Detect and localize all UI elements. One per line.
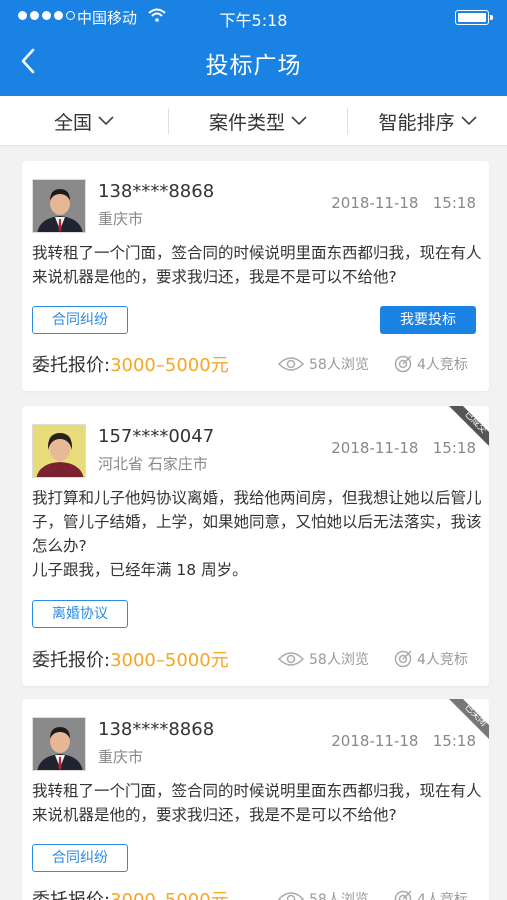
view-count-label: 58人浏览 bbox=[309, 357, 369, 373]
filter-case-type-label: 案件类型 bbox=[208, 111, 285, 134]
price-amount: 3000–5000元 bbox=[110, 355, 229, 376]
eye-icon bbox=[278, 357, 304, 371]
page-title: 投标广场 bbox=[205, 53, 302, 79]
post-date: 2018-11-18 15:18 bbox=[331, 732, 476, 750]
case-type-tag: 合同纠纷 bbox=[32, 306, 128, 334]
price: 委托报价:3000–5000元 bbox=[32, 646, 229, 672]
case-description-line: 儿子跟我，已经年满 18 周岁。 bbox=[32, 561, 248, 579]
chevron-down-icon bbox=[460, 116, 477, 126]
target-icon bbox=[394, 650, 412, 668]
filter-bar: 全国 案件类型 智能排序 bbox=[0, 96, 507, 146]
post-date-time: 15:18 bbox=[432, 194, 476, 212]
post-date-day: 2018-11-18 bbox=[331, 439, 419, 457]
view-count-label: 58人浏览 bbox=[309, 892, 369, 900]
eye-icon bbox=[278, 892, 304, 900]
price-label: 委托报价: bbox=[32, 890, 110, 900]
view-count: 58人浏览 bbox=[278, 889, 369, 900]
price: 委托报价:3000–5000元 bbox=[32, 351, 229, 377]
filter-region-label: 全国 bbox=[53, 111, 92, 134]
battery-icon bbox=[455, 10, 493, 25]
post-date: 2018-11-18 15:18 bbox=[331, 194, 476, 212]
case-description-line: 我打算和儿子他妈协议离婚，我给他两间房，但我想让她以后管儿子，管儿子结婚，上学，… bbox=[32, 489, 482, 555]
bid-count: 4人竞标 bbox=[394, 354, 468, 374]
view-count-label: 58人浏览 bbox=[309, 652, 369, 668]
eye-icon bbox=[278, 652, 304, 666]
client-location: 重庆市 bbox=[98, 748, 144, 766]
top-bar: 中国移动 下午5:18 投标广场 bbox=[0, 0, 507, 96]
post-date: 2018-11-18 15:18 bbox=[331, 439, 476, 457]
case-type-tag: 合同纠纷 bbox=[32, 844, 128, 872]
status-bar: 中国移动 下午5:18 bbox=[0, 0, 507, 34]
client-location: 重庆市 bbox=[98, 210, 144, 228]
avatar bbox=[32, 179, 86, 233]
avatar bbox=[32, 717, 86, 771]
price-label: 委托报价: bbox=[32, 355, 111, 376]
filter-region[interactable]: 全国 bbox=[0, 96, 168, 146]
post-date-time: 15:18 bbox=[432, 732, 476, 750]
price: 委托报价:3000–5000元 bbox=[32, 886, 229, 900]
post-date-day: 2018-11-18 bbox=[331, 732, 419, 750]
client-phone: 138****8868 bbox=[98, 181, 215, 202]
avatar bbox=[32, 424, 86, 478]
status-time: 下午5:18 bbox=[219, 11, 288, 30]
view-count: 58人浏览 bbox=[278, 649, 369, 669]
case-type-tag: 离婚协议 bbox=[32, 600, 128, 628]
filter-case-type[interactable]: 案件类型 bbox=[169, 96, 347, 146]
bid-count: 4人竞标 bbox=[394, 649, 468, 669]
bid-count-label: 4人竞标 bbox=[417, 652, 468, 668]
target-icon bbox=[394, 355, 412, 373]
bid-count-label: 4人竞标 bbox=[417, 357, 468, 373]
post-date-time: 15:18 bbox=[432, 439, 476, 457]
view-count: 58人浏览 bbox=[278, 354, 369, 374]
case-card[interactable]: 138****8868 重庆市 2018-11-18 15:18 我转租了一个门… bbox=[22, 161, 489, 391]
case-card[interactable]: 已关闭 138****8868 重庆市 2018-11-18 15:18 我转租… bbox=[22, 699, 489, 900]
client-phone: 157****0047 bbox=[98, 426, 215, 447]
client-phone: 138****8868 bbox=[98, 719, 215, 740]
case-description: 我打算和儿子他妈协议离婚，我给他两间房，但我想让她以后管儿子，管儿子结婚，上学，… bbox=[32, 486, 482, 582]
bid-count: 4人竞标 bbox=[394, 889, 468, 900]
filter-sort-label: 智能排序 bbox=[378, 111, 455, 134]
price-label: 委托报价: bbox=[32, 650, 111, 671]
target-icon bbox=[394, 890, 412, 900]
price-amount: 3000–5000元 bbox=[110, 650, 229, 671]
case-card[interactable]: 已成交 157****0047 河北省 石家庄市 2018-11-18 15:1… bbox=[22, 406, 489, 686]
case-description: 我转租了一个门面，签合同的时候说明里面东西都归我，现在有人来说机器是他的，要求我… bbox=[32, 244, 482, 286]
client-location: 河北省 石家庄市 bbox=[98, 455, 208, 473]
price-amount: 3000–5000元 bbox=[110, 890, 229, 900]
post-date-day: 2018-11-18 bbox=[331, 194, 419, 212]
bid-button[interactable]: 我要投标 bbox=[380, 306, 476, 334]
chevron-down-icon bbox=[98, 116, 114, 126]
bid-count-label: 4人竞标 bbox=[417, 892, 468, 900]
filter-sort[interactable]: 智能排序 bbox=[348, 96, 507, 146]
case-description: 我转租了一个门面，签合同的时候说明里面东西都归我，现在有人来说机器是他的，要求我… bbox=[32, 782, 482, 824]
chevron-down-icon bbox=[291, 116, 307, 126]
